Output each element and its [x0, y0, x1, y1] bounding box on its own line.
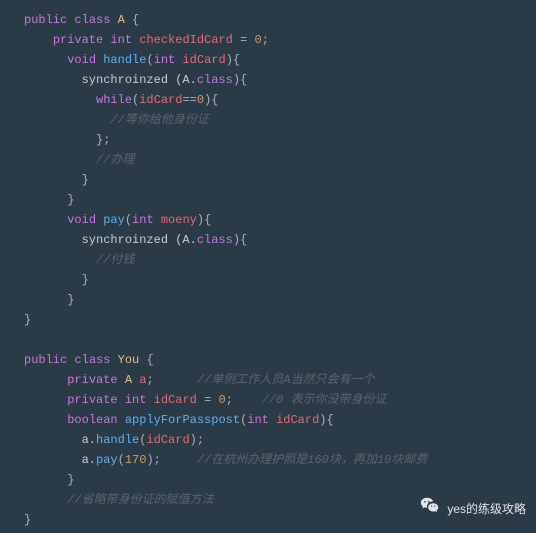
code-line: private A a; //单例工作人员A当然只会有一个 — [24, 370, 536, 390]
code-line: synchroinzed (A.class){ — [24, 70, 536, 90]
watermark-text: yes的练级攻略 — [447, 499, 526, 519]
code-line: a.pay(170); //在杭州办理护照是160块，再加10块邮费 — [24, 450, 536, 470]
code-line: void pay(int moeny){ — [24, 210, 536, 230]
code-line: synchroinzed (A.class){ — [24, 230, 536, 250]
code-blank-line — [24, 330, 536, 350]
code-line: } — [24, 170, 536, 190]
code-line: } — [24, 470, 536, 490]
watermark: yes的练级攻略 — [419, 495, 526, 523]
code-block: public class A { private int checkedIdCa… — [24, 10, 536, 530]
code-line: private int idCard = 0; //0 表示你没带身份证 — [24, 390, 536, 410]
code-line: a.handle(idCard); — [24, 430, 536, 450]
code-line: //办理 — [24, 150, 536, 170]
code-line: //付钱 — [24, 250, 536, 270]
code-line: } — [24, 190, 536, 210]
code-line: } — [24, 270, 536, 290]
code-line: private int checkedIdCard = 0; — [24, 30, 536, 50]
code-line: while(idCard==0){ — [24, 90, 536, 110]
code-line: }; — [24, 130, 536, 150]
code-line: public class A { — [24, 10, 536, 30]
code-line: public class You { — [24, 350, 536, 370]
code-line: } — [24, 290, 536, 310]
code-line: void handle(int idCard){ — [24, 50, 536, 70]
code-line: boolean applyForPasspost(int idCard){ — [24, 410, 536, 430]
wechat-icon — [419, 495, 441, 523]
code-line: } — [24, 310, 536, 330]
code-line: //等你给他身份证 — [24, 110, 536, 130]
